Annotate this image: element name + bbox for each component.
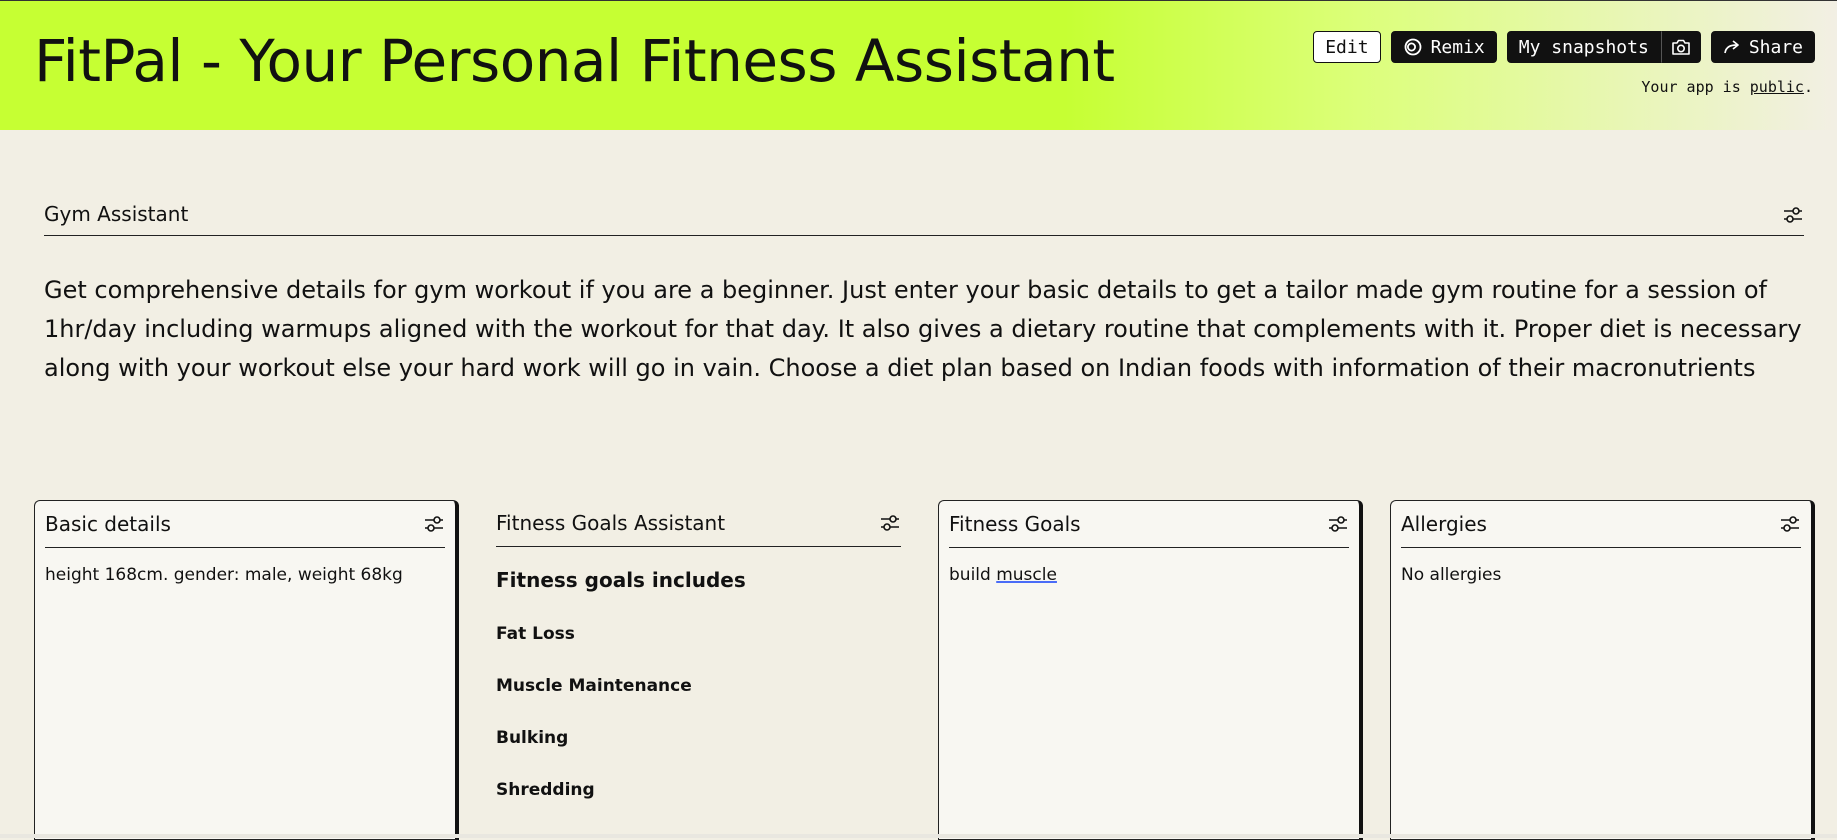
- bottom-divider: [0, 834, 1837, 838]
- goal-item: Shredding: [496, 780, 595, 800]
- my-snapshots-button[interactable]: My snapshots: [1506, 31, 1661, 63]
- my-snapshots-label: My snapshots: [1518, 36, 1649, 58]
- goal-item: Muscle Maintenance: [496, 676, 692, 696]
- remix-button-label: Remix: [1430, 36, 1485, 58]
- basic-details-value[interactable]: height 168cm. gender: male, weight 68kg: [45, 565, 445, 585]
- toolbar: Edit Remix My snapshots Share: [1313, 31, 1815, 63]
- share-arrow-icon: [1723, 38, 1741, 56]
- visibility-note-prefix: Your app is: [1641, 78, 1750, 96]
- app-header: FitPal - Your Personal Fitness Assistant…: [0, 0, 1837, 130]
- goals-heading: Fitness goals includes: [496, 568, 746, 592]
- fitness-goals-assistant-card: Fitness Goals Assistant Fitness goals in…: [486, 500, 911, 840]
- goals-content: Fitness goals includes Fat Loss Muscle M…: [496, 550, 901, 800]
- fitness-goals-card[interactable]: Fitness Goals build muscle: [938, 500, 1363, 840]
- settings-sliders-icon[interactable]: [879, 512, 901, 538]
- card-header: Fitness Goals Assistant: [496, 500, 901, 547]
- edit-button[interactable]: Edit: [1313, 31, 1381, 63]
- camera-icon: [1671, 38, 1691, 56]
- card-title: Allergies: [1401, 512, 1487, 536]
- fitness-goals-value-part1: build: [949, 565, 997, 585]
- remix-icon: [1403, 37, 1423, 57]
- section-title: Gym Assistant: [44, 202, 189, 226]
- snapshots-group: My snapshots: [1506, 31, 1701, 63]
- card-header: Fitness Goals: [949, 501, 1349, 548]
- card-header: Allergies: [1401, 501, 1801, 548]
- settings-sliders-icon[interactable]: [1327, 513, 1349, 539]
- app-title: FitPal - Your Personal Fitness Assistant: [34, 27, 1115, 95]
- settings-sliders-icon[interactable]: [1779, 513, 1801, 539]
- allergies-value[interactable]: No allergies: [1401, 565, 1801, 585]
- spellcheck-word: muscle: [996, 565, 1057, 585]
- allergies-card[interactable]: Allergies No allergies: [1390, 500, 1815, 840]
- fitness-goals-value[interactable]: build muscle: [949, 565, 1349, 585]
- visibility-note-suffix: .: [1803, 78, 1813, 96]
- basic-details-card[interactable]: Basic details height 168cm. gender: male…: [34, 500, 459, 840]
- card-title: Fitness Goals Assistant: [496, 511, 726, 535]
- goal-item: Fat Loss: [496, 624, 575, 644]
- edit-button-label: Edit: [1325, 36, 1369, 58]
- card-title: Fitness Goals: [949, 512, 1081, 536]
- card-header: Basic details: [45, 501, 445, 548]
- settings-sliders-icon[interactable]: [423, 513, 445, 539]
- take-snapshot-button[interactable]: [1660, 31, 1701, 63]
- public-link[interactable]: public: [1750, 78, 1804, 96]
- settings-sliders-icon[interactable]: [1782, 204, 1804, 230]
- section-description: Get comprehensive details for gym workou…: [44, 276, 1802, 382]
- share-button[interactable]: Share: [1710, 31, 1815, 63]
- visibility-note: Your app is public.: [1641, 78, 1813, 96]
- remix-button[interactable]: Remix: [1390, 31, 1497, 63]
- gym-assistant-header: Gym Assistant: [44, 200, 1804, 236]
- card-title: Basic details: [45, 512, 171, 536]
- share-button-label: Share: [1748, 36, 1803, 58]
- goal-item: Bulking: [496, 728, 569, 748]
